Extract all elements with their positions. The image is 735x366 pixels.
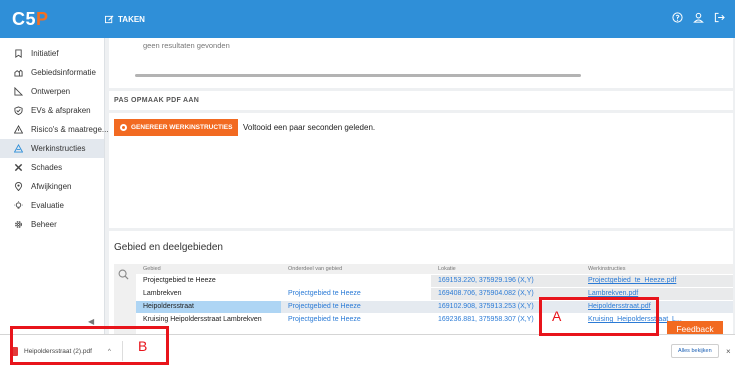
annotation-label-b: B — [138, 338, 148, 354]
pdf-layout-title: PAS OPMAAK PDF AAN — [114, 97, 200, 104]
check-shield-icon — [14, 106, 23, 115]
sidebar-item-label: Evaluatie — [31, 201, 64, 210]
cell-onderdeel-link[interactable]: Projectgebied te Heeze — [281, 312, 431, 326]
close-download-bar-icon[interactable]: × — [726, 347, 731, 356]
top-bar: C5P TAKEN — [0, 0, 735, 38]
generate-button-label: GENEREER WERKINSTRUCTIES — [131, 124, 233, 131]
pdf-layout-section[interactable]: PAS OPMAAK PDF AAN — [109, 91, 733, 110]
cell-onderdeel-link[interactable]: Projectgebied te Heeze — [281, 299, 431, 313]
nav-taken-label: TAKEN — [118, 14, 145, 24]
cell-gebied: Kruising Heipoldersstraat Lambrekven — [136, 312, 281, 326]
table-search-column — [114, 264, 136, 334]
sidebar-item-label: Beheer — [31, 220, 57, 229]
sidebar-item-label: Werkinstructies — [31, 144, 86, 153]
annotation-label-a: A — [552, 308, 562, 324]
radio-dot-icon — [120, 124, 127, 131]
sidebar: Initiatief Gebiedsinformatie Ontwerpen E… — [0, 38, 109, 334]
cell-onderdeel-link[interactable]: Projectgebied te Heeze — [281, 286, 431, 300]
cell-onderdeel-link[interactable] — [281, 273, 431, 287]
sidebar-item-ontwerpen[interactable]: Ontwerpen — [0, 82, 104, 101]
generate-status: Voltooid een paar seconden geleden. — [243, 123, 376, 132]
cell-lokatie-link[interactable]: 169153.220, 375929.196 (X,Y) — [431, 273, 581, 287]
road-cone-icon — [14, 144, 23, 153]
sidebar-item-beheer[interactable]: Beheer — [0, 215, 104, 234]
sidebar-item-label: EVs & afspraken — [31, 106, 91, 115]
lightbulb-icon — [14, 201, 23, 209]
sidebar-item-label: Schades — [31, 163, 63, 172]
table-row[interactable]: Projectgebied te Heeze 169153.220, 37592… — [136, 273, 733, 287]
edit-icon — [105, 15, 114, 23]
sidebar-item-afwijkingen[interactable]: Afwijkingen — [0, 177, 104, 196]
column-header-onderdeel[interactable]: Onderdeel van gebied — [281, 264, 431, 274]
warning-icon — [14, 125, 23, 134]
ruler-icon — [14, 87, 23, 96]
sidebar-item-label: Ontwerpen — [31, 87, 71, 96]
column-header-werkinstructies[interactable]: Werkinstructies — [581, 264, 733, 274]
horizontal-scrollbar[interactable] — [135, 74, 581, 77]
sidebar-item-label: Gebiedsinformatie — [31, 68, 96, 77]
nav-taken[interactable]: TAKEN — [105, 15, 145, 24]
sidebar-item-label: Initiatief — [31, 49, 59, 58]
tools-icon — [14, 163, 23, 172]
sidebar-item-initiatief[interactable]: Initiatief — [0, 44, 104, 63]
column-header-gebied[interactable]: Gebied — [136, 264, 281, 274]
generate-werkinstructies-button[interactable]: GENEREER WERKINSTRUCTIES — [114, 119, 239, 136]
sidebar-item-werkinstructies[interactable]: Werkinstructies — [0, 139, 104, 158]
bookmark-icon — [15, 49, 22, 58]
column-header-lokatie[interactable]: Lokatie — [431, 264, 581, 274]
cell-gebied: Heipoldersstraat — [136, 299, 281, 313]
sidebar-item-evs-afspraken[interactable]: EVs & afspraken — [0, 101, 104, 120]
cell-pdf-link[interactable]: Projectgebied_te_Heeze.pdf — [581, 273, 733, 287]
empty-results-message: geen resultaten gevonden — [143, 41, 230, 50]
show-all-downloads-button[interactable]: Alles bekijken — [671, 344, 719, 358]
user-icon[interactable] — [693, 12, 704, 23]
sidebar-item-schades[interactable]: Schades — [0, 158, 104, 177]
search-icon[interactable] — [118, 269, 129, 280]
cell-gebied: Lambrekven — [136, 286, 281, 300]
main-content: geen resultaten gevonden PAS OPMAAK PDF … — [105, 38, 735, 334]
sidebar-item-evaluatie[interactable]: Evaluatie — [0, 196, 104, 215]
results-panel: geen resultaten gevonden — [109, 38, 733, 88]
gear-icon — [15, 221, 22, 228]
logout-icon[interactable] — [714, 12, 725, 23]
help-icon[interactable] — [672, 12, 683, 23]
cell-gebied: Projectgebied te Heeze — [136, 273, 281, 287]
sidebar-item-risicos[interactable]: Risico's & maatrege... — [0, 120, 109, 139]
houses-icon — [14, 69, 23, 77]
areas-title: Gebied en deelgebieden — [114, 242, 223, 253]
sidebar-item-gebiedsinformatie[interactable]: Gebiedsinformatie — [0, 63, 104, 82]
location-icon — [14, 182, 23, 191]
sidebar-item-label: Risico's & maatrege... — [31, 125, 109, 134]
generate-panel: GENEREER WERKINSTRUCTIES Voltooid een pa… — [109, 113, 733, 228]
app-logo[interactable]: C5P — [0, 9, 105, 30]
collapse-sidebar-button[interactable]: ◀ — [88, 317, 94, 326]
sidebar-item-label: Afwijkingen — [31, 182, 72, 191]
